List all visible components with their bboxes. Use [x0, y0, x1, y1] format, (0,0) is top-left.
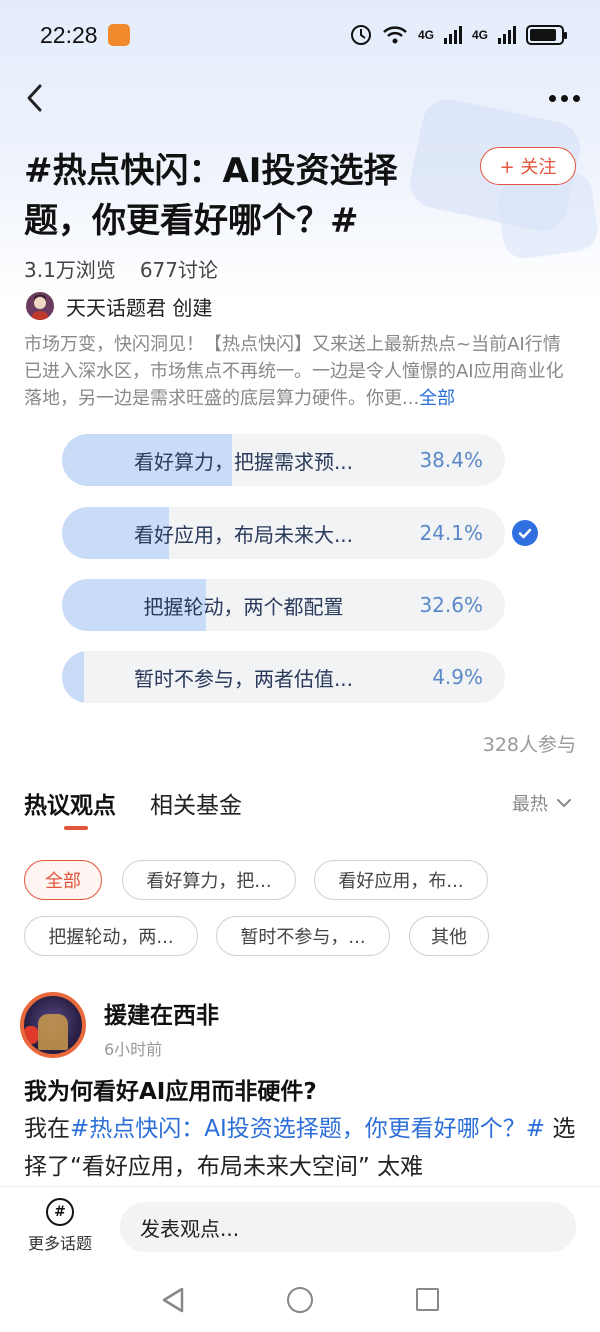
creator-name: 天天话题君 创建 — [66, 295, 213, 320]
signal-icon-1: 4G — [417, 28, 434, 42]
tab-hot-opinions[interactable]: 热议观点 — [24, 786, 116, 820]
filter-chip-rotation[interactable]: 把握轮动，两... — [24, 916, 198, 956]
tab-related-funds[interactable]: 相关基金 — [150, 786, 242, 820]
post-body-prefix: 我在 — [24, 1116, 70, 1142]
signal-icon-2: 4G — [471, 28, 488, 42]
active-tab-indicator — [64, 826, 88, 830]
expand-link[interactable]: 全部 — [419, 388, 455, 409]
back-button[interactable] — [16, 80, 52, 116]
status-bar: 22:28 4G 4G — [0, 0, 600, 72]
views-count: 3.1万浏览 — [24, 258, 116, 282]
poll-option-1[interactable]: 看好应用，布局未来大... 24.1% — [62, 507, 505, 559]
wifi-icon — [383, 26, 407, 44]
poll-option-3[interactable]: 暂时不参与，两者估值... 4.9% — [62, 651, 505, 703]
chevron-left-icon — [27, 84, 42, 112]
signal-bars-icon-2 — [498, 26, 516, 44]
filter-chip-other[interactable]: 其他 — [409, 916, 489, 956]
post-body[interactable]: 我在#热点快闪：AI投资选择题，你更看好哪个？# 选择了“看好应用，布局未来大空… — [24, 1110, 580, 1186]
topic-description: 市场万变，快闪洞见！【热点快闪】又来送上最新热点~当前AI行情已进入深水区，市场… — [24, 331, 576, 412]
topic-title: #热点快闪：AI投资选择题，你更看好哪个？# — [24, 151, 398, 241]
filter-chip-application[interactable]: 看好应用，布... — [314, 860, 488, 900]
participants-count: 328人参与 — [482, 734, 576, 756]
dot-icon — [549, 94, 556, 102]
alarm-icon — [350, 25, 371, 45]
post-user-avatar[interactable] — [20, 992, 86, 1058]
nav-recent-apps-icon[interactable] — [416, 1288, 439, 1311]
poll-option-percent: 38.4% — [419, 448, 483, 472]
selected-check-icon — [512, 520, 538, 546]
status-time: 22:28 — [40, 22, 98, 48]
filter-chip-not-participating[interactable]: 暂时不参与，... — [216, 916, 390, 956]
battery-icon — [526, 25, 567, 45]
poll-option-percent: 4.9% — [432, 665, 483, 689]
description-text: 市场万变，快闪洞见！【热点快闪】又来送上最新热点~当前AI行情已进入深水区，市场… — [24, 334, 564, 409]
post-topic-tag[interactable]: #热点快闪：AI投资选择题，你更看好哪个？# — [70, 1116, 545, 1142]
post-title[interactable]: 我为何看好AI应用而非硬件? — [24, 1072, 317, 1106]
hashtag-icon: # — [46, 1198, 74, 1226]
discussions-count: 677讨论 — [139, 258, 218, 282]
creator-avatar[interactable] — [24, 290, 56, 322]
more-topics-button[interactable]: # 更多话题 — [22, 1198, 98, 1254]
chevron-down-icon — [557, 799, 571, 808]
sort-dropdown[interactable]: 最热 — [512, 790, 572, 816]
poll-option-0[interactable]: 看好算力，把握需求预... 38.4% — [62, 434, 505, 486]
status-icons: 4G 4G — [350, 24, 567, 46]
tab-bar: 热议观点 相关基金 — [24, 786, 242, 820]
creator-info[interactable]: 天天话题君 创建 — [24, 290, 212, 322]
sort-label: 最热 — [512, 794, 548, 815]
dot-icon — [573, 94, 580, 102]
follow-button[interactable]: + 关注 — [480, 147, 576, 185]
filter-chip-all[interactable]: 全部 — [24, 860, 102, 900]
more-options-button[interactable] — [549, 86, 580, 110]
poll-option-2[interactable]: 把握轮动，两个都配置 32.6% — [62, 579, 505, 631]
post-time: 6小时前 — [104, 1040, 163, 1059]
dot-icon — [561, 94, 568, 102]
poll-option-percent: 24.1% — [419, 521, 483, 545]
post-username[interactable]: 援建在西非 — [104, 996, 219, 1030]
filter-chip-compute[interactable]: 看好算力，把... — [122, 860, 296, 900]
nav-back-icon[interactable] — [160, 1287, 186, 1313]
app-notification-icon — [108, 24, 130, 46]
topic-stats: 3.1万浏览 677讨论 — [24, 254, 218, 283]
nav-home-icon[interactable] — [287, 1287, 313, 1313]
signal-bars-icon — [443, 26, 462, 44]
more-topics-label: 更多话题 — [27, 1234, 92, 1253]
poll-option-percent: 32.6% — [419, 593, 483, 617]
person-avatar-icon — [31, 295, 49, 320]
comment-input[interactable]: 发表观点... — [120, 1202, 576, 1252]
